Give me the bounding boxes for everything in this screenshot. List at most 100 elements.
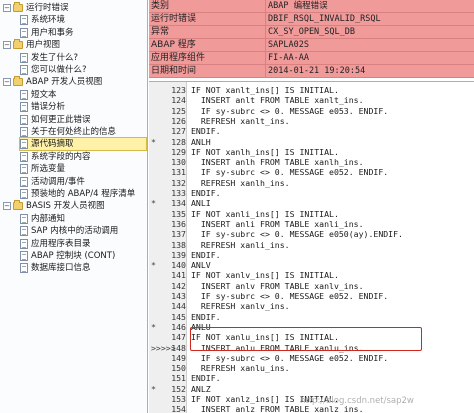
- collapse-icon[interactable]: −: [3, 4, 11, 12]
- code-text: IF sy-subrc <> 0. MESSAGE e052. ENDIF.: [191, 352, 389, 363]
- document-icon: [20, 263, 28, 274]
- tree-item-label: 发生了什么?: [31, 52, 79, 63]
- tree-item-label: ABAP 开发人员视图: [26, 77, 103, 88]
- tree-item-label: 内部通知: [31, 213, 66, 224]
- tree-item-label: 数据库接口信息: [31, 263, 91, 274]
- info-key: 异常: [151, 27, 170, 37]
- code-line: 125 IF sy-subrc <> 0. MESSAGE e053. ENDI…: [149, 106, 474, 116]
- document-icon: [20, 139, 28, 150]
- collapse-icon[interactable]: −: [3, 41, 11, 50]
- tree-item-label: 用户和事务: [31, 27, 74, 38]
- tree-item[interactable]: 数据库接口信息: [20, 262, 146, 274]
- collapse-icon[interactable]: −: [3, 202, 11, 211]
- code-text: ANLZ: [191, 383, 211, 394]
- tree-item[interactable]: 系统字段的内容: [20, 151, 146, 163]
- document-icon: [20, 65, 28, 75]
- line-marker: *: [151, 198, 156, 209]
- document-icon: [20, 213, 28, 224]
- line-number: 123: [171, 85, 186, 95]
- line-number: 139: [171, 249, 186, 260]
- info-key: 应用程序组件: [151, 53, 206, 63]
- line-marker: *: [151, 260, 156, 271]
- tree-item[interactable]: 源代码摘取: [19, 137, 147, 152]
- line-number: 151: [171, 373, 186, 384]
- info-key: 运行时错误: [151, 14, 197, 24]
- code-text: INSERT anlt FROM TABLE xanlt_ins.: [191, 95, 364, 106]
- info-value: DBIF_RSQL_INVALID_RSQL: [268, 14, 381, 24]
- code-text: INSERT anli FROM TABLE xanli_ins.: [191, 218, 364, 229]
- line-number: 133: [171, 188, 186, 198]
- code-line: 123 IF NOT xanlt_ins[] IS INITIAL.: [149, 85, 474, 95]
- code-text: ANLH: [191, 136, 211, 147]
- tree-item[interactable]: 关于在何处终止的信息: [20, 126, 146, 138]
- tree-item[interactable]: 所选变量: [20, 163, 146, 175]
- tree-item[interactable]: 预装地的 ABAP/4 程序清单: [20, 188, 146, 200]
- code-line: 139 ENDIF.: [149, 250, 474, 260]
- tree-item[interactable]: 内部通知: [20, 213, 146, 225]
- tree-item[interactable]: 如何更正此错误: [20, 114, 146, 126]
- line-number: 126: [171, 115, 186, 126]
- tree-item[interactable]: 短文本: [20, 89, 146, 101]
- code-text: IF NOT xanlv_ins[] IS INITIAL.: [191, 270, 339, 281]
- tree-item-label: BASIS 开发人员视图: [26, 201, 105, 212]
- document-icon: [20, 164, 28, 175]
- code-text: IF NOT xanlt_ins[] IS INITIAL.: [191, 85, 339, 95]
- document-icon: [20, 15, 28, 26]
- info-key: 日期和时间: [151, 66, 197, 76]
- tree-item[interactable]: 应用程序表目录: [20, 238, 146, 250]
- tree-item[interactable]: 活动调用/事件: [20, 176, 146, 188]
- folder-icon: [13, 39, 23, 50]
- code-line: * 134 ANLI: [149, 198, 474, 208]
- tree-item[interactable]: 用户和事务: [20, 27, 146, 39]
- code-line: 136 INSERT anli FROM TABLE xanli_ins.: [149, 219, 474, 229]
- tree-item[interactable]: 系统环境: [20, 14, 146, 26]
- document-icon: [20, 176, 28, 187]
- tree-item-label: 您可以做什么?: [31, 65, 87, 75]
- line-number: 150: [171, 363, 186, 374]
- collapse-icon[interactable]: −: [3, 78, 11, 87]
- tree-folder[interactable]: − ABAP 开发人员视图: [3, 76, 146, 88]
- source-code-panel[interactable]: 123 IF NOT xanlt_ins[] IS INITIAL. 124 INS…: [149, 81, 474, 413]
- folder-icon: [13, 2, 23, 12]
- tree-item[interactable]: 错误分析: [20, 101, 146, 113]
- info-value: ABAP 编程错误: [268, 1, 328, 11]
- folder-icon: [13, 76, 23, 87]
- code-line: 126 REFRESH xanlt_ins.: [149, 116, 474, 126]
- tree-folder[interactable]: − BASIS 开发人员视图: [3, 200, 146, 212]
- code-line: 145 ENDIF.: [149, 312, 474, 322]
- code-line: 141 IF NOT xanlv_ins[] IS INITIAL.: [149, 270, 474, 280]
- code-text: INSERT anlh FROM TABLE xanlh_ins.: [191, 157, 364, 168]
- line-number: 138: [171, 239, 186, 250]
- code-text: IF sy-subrc <> 0. MESSAGE e052. ENDIF.: [191, 291, 389, 301]
- code-text: INSERT anlv FROM TABLE xanlv_ins.: [191, 280, 364, 291]
- line-number: 129: [171, 146, 186, 157]
- code-line: 131 IF sy-subrc <> 0. MESSAGE e052. ENDI…: [149, 167, 474, 177]
- tree-folder[interactable]: − 用户视图: [3, 39, 146, 51]
- tree-item-label: 运行时错误: [26, 3, 69, 13]
- line-number: 127: [171, 126, 186, 137]
- tree-item[interactable]: SAP 内核中的活动调用: [20, 225, 146, 237]
- info-row: 异常 CX_SY_OPEN_SQL_DB: [149, 26, 474, 39]
- line-number: 125: [171, 105, 186, 116]
- code-text: REFRESH xanlu_ins.: [191, 363, 290, 374]
- folder-icon: [13, 200, 23, 211]
- document-icon: [20, 238, 28, 249]
- tree-item-label: 预装地的 ABAP/4 程序清单: [31, 189, 136, 199]
- line-number: 130: [171, 157, 186, 168]
- tree-item-label: 错误分析: [31, 102, 66, 113]
- info-value: SAPLA02S: [268, 40, 309, 50]
- tree-item-label: 系统字段的内容: [31, 151, 91, 162]
- code-line: 138 REFRESH xanli_ins.: [149, 240, 474, 250]
- line-number: 147: [171, 332, 186, 343]
- line-number: 146: [171, 321, 186, 332]
- tree-folder[interactable]: − 运行时错误: [3, 2, 146, 14]
- info-value: FI-AA-AA: [268, 53, 309, 63]
- error-highlight-box: [190, 327, 422, 351]
- tree-item[interactable]: ABAP 控制块 (CONT): [20, 250, 146, 262]
- line-number: 135: [171, 208, 186, 219]
- tree-item[interactable]: 您可以做什么?: [20, 64, 146, 76]
- code-text: ANLI: [191, 198, 211, 209]
- tree-item[interactable]: 发生了什么?: [20, 52, 146, 64]
- tree-item-label: 用户视图: [26, 40, 61, 51]
- line-number: 144: [171, 301, 186, 312]
